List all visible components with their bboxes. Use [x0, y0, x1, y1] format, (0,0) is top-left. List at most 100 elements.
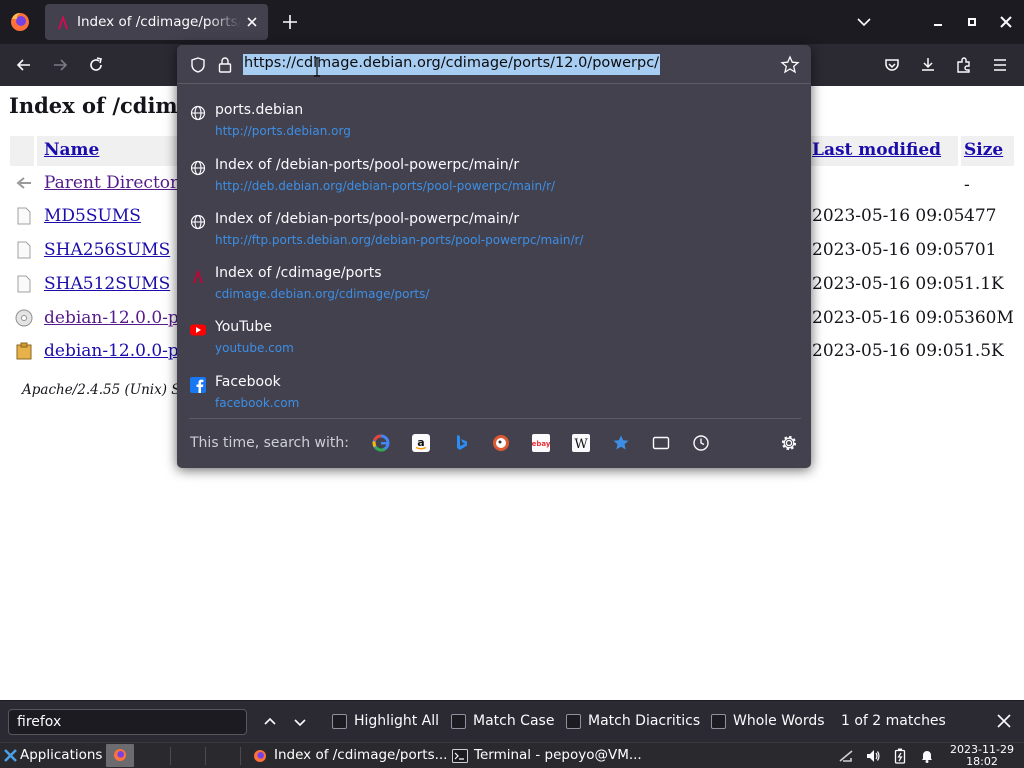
- file-link[interactable]: Parent Directory: [44, 173, 188, 193]
- history-icon[interactable]: [692, 434, 710, 452]
- list-all-tabs-icon[interactable]: [855, 14, 873, 30]
- last-modified-column-header[interactable]: Last modified: [812, 140, 941, 160]
- file-link[interactable]: MD5SUMS: [44, 206, 141, 226]
- svg-text:ebay: ebay: [532, 440, 550, 448]
- url-input[interactable]: https://cdimage.debian.org/cdimage/ports…: [243, 54, 661, 75]
- battery-icon[interactable]: [892, 748, 908, 764]
- firefox-menu-icon[interactable]: [8, 10, 32, 34]
- close-icon[interactable]: [996, 713, 1012, 729]
- clock-date: 2023-11-29: [950, 743, 1014, 756]
- text-file-icon: [17, 207, 31, 225]
- duckduckgo-icon[interactable]: [492, 434, 510, 452]
- suggestion-item[interactable]: YouTube youtube.com: [177, 313, 811, 367]
- match-diacritics-label[interactable]: Match Diacritics: [588, 713, 700, 729]
- archive-icon: [16, 342, 32, 360]
- bing-icon[interactable]: [452, 434, 470, 452]
- name-column-header[interactable]: Name: [44, 140, 99, 160]
- pocket-icon[interactable]: [882, 55, 902, 75]
- match-diacritics-checkbox[interactable]: [566, 714, 581, 729]
- file-size: 1.5K: [964, 341, 1004, 361]
- suggestion-item[interactable]: Index of /debian-ports/pool-powerpc/main…: [177, 151, 811, 205]
- reload-icon[interactable]: [86, 55, 106, 75]
- gear-icon[interactable]: [780, 434, 798, 452]
- file-date: 2023-05-16 09:05: [812, 274, 965, 294]
- back-icon[interactable]: [14, 55, 34, 75]
- window-label: Terminal - pepoyo@VM...: [474, 747, 642, 763]
- suggestion-url: facebook.com: [215, 396, 300, 410]
- match-case-label[interactable]: Match Case: [473, 713, 554, 729]
- xfce-menu-icon[interactable]: [3, 748, 18, 763]
- match-case-checkbox[interactable]: [451, 714, 466, 729]
- urlbar-input-row[interactable]: https://cdimage.debian.org/cdimage/ports…: [177, 45, 811, 83]
- suggestion-item[interactable]: ports.debian http://ports.debian.org: [177, 96, 811, 150]
- new-tab-icon[interactable]: [280, 12, 300, 32]
- suggestion-url: http://ftp.ports.debian.org/debian-ports…: [215, 233, 584, 247]
- taskbar-window-firefox[interactable]: Index of /cdimage/ports...: [248, 744, 447, 767]
- debian-icon: [193, 269, 203, 283]
- close-tab-icon[interactable]: [243, 13, 261, 31]
- suggestion-title: Index of /debian-ports/pool-powerpc/main…: [215, 211, 520, 227]
- suggestion-url: youtube.com: [215, 341, 294, 355]
- facebook-icon: [190, 377, 206, 393]
- tracking-protection-icon[interactable]: [189, 56, 207, 74]
- file-link[interactable]: debian-12.0.0-po: [44, 308, 189, 328]
- debian-icon: [58, 15, 68, 29]
- suggestion-url: cdimage.debian.org/cdimage/ports/: [215, 287, 430, 301]
- globe-icon: [190, 160, 206, 176]
- notification-bell-icon[interactable]: [919, 748, 935, 764]
- firefox-icon: [254, 750, 266, 762]
- suggestion-item[interactable]: Facebook facebook.com: [177, 368, 811, 422]
- firefox-icon: [114, 749, 126, 761]
- file-link[interactable]: debian-12.0.0-po: [44, 341, 189, 361]
- tabs-icon[interactable]: [652, 434, 670, 452]
- suggestion-item[interactable]: Index of /debian-ports/pool-powerpc/main…: [177, 205, 811, 259]
- file-size: 477: [964, 206, 997, 226]
- suggestion-item[interactable]: Index of /cdimage/ports cdimage.debian.o…: [177, 259, 811, 313]
- app-menu-icon[interactable]: [990, 55, 1010, 75]
- wikipedia-icon[interactable]: W: [572, 434, 590, 452]
- ebay-icon[interactable]: ebay: [532, 434, 550, 452]
- applications-menu[interactable]: Applications: [20, 747, 102, 763]
- file-date: 2023-05-16 09:05: [812, 240, 965, 260]
- bookmark-star-icon[interactable]: [780, 55, 800, 75]
- amazon-icon[interactable]: a: [412, 434, 430, 452]
- find-next-icon[interactable]: [291, 713, 309, 731]
- globe-icon: [190, 105, 206, 121]
- divider: [177, 83, 811, 84]
- lock-icon[interactable]: [217, 56, 233, 74]
- downloads-icon[interactable]: [918, 55, 938, 75]
- divider: [170, 747, 171, 765]
- file-link[interactable]: SHA256SUMS: [44, 240, 170, 260]
- minimize-icon[interactable]: [928, 12, 948, 32]
- bookmarks-icon[interactable]: [612, 434, 630, 452]
- firefox-launcher[interactable]: [106, 744, 134, 767]
- taskbar-window-terminal[interactable]: Terminal - pepoyo@VM...: [448, 744, 648, 767]
- whole-words-label[interactable]: Whole Words: [733, 713, 825, 729]
- find-previous-icon[interactable]: [261, 713, 279, 731]
- size-column-header[interactable]: Size: [964, 140, 1003, 160]
- extensions-icon[interactable]: [954, 55, 974, 75]
- google-icon[interactable]: [372, 434, 390, 452]
- highlight-all-label[interactable]: Highlight All: [354, 713, 439, 729]
- maximize-icon[interactable]: [962, 12, 982, 32]
- file-link[interactable]: SHA512SUMS: [44, 274, 170, 294]
- suggestion-title: YouTube: [215, 319, 272, 335]
- highlight-all-checkbox[interactable]: [332, 714, 347, 729]
- globe-icon: [190, 214, 206, 230]
- tab-strip: Index of /cdimage/ports/: [0, 0, 1024, 44]
- volume-icon[interactable]: [865, 748, 881, 764]
- close-window-icon[interactable]: [996, 12, 1016, 32]
- whole-words-checkbox[interactable]: [711, 714, 726, 729]
- clock[interactable]: 2023-11-29 18:02: [948, 744, 1016, 767]
- file-date: 2023-05-16 09:05: [812, 308, 965, 328]
- search-with-label: This time, search with:: [190, 435, 349, 451]
- terminal-icon: [452, 749, 468, 763]
- network-icon[interactable]: [838, 748, 854, 764]
- match-count: 1 of 2 matches: [841, 713, 946, 729]
- file-size: 360M: [964, 308, 1014, 328]
- forward-icon[interactable]: [50, 55, 70, 75]
- tab-active[interactable]: Index of /cdimage/ports/: [45, 4, 268, 40]
- find-input[interactable]: [8, 709, 247, 735]
- suggestion-title: Index of /cdimage/ports: [215, 265, 382, 281]
- text-cursor-icon: [314, 57, 320, 77]
